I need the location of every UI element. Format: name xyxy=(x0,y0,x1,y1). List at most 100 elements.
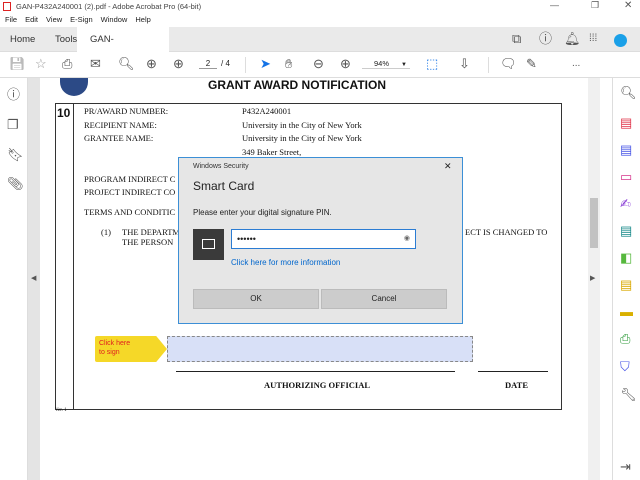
dialog-title: Smart Card xyxy=(193,179,255,193)
pin-value: •••••• xyxy=(237,234,256,244)
click-to-sign-tag[interactable]: Click here to sign xyxy=(95,336,167,362)
help-icon[interactable]: ⓘ xyxy=(539,32,552,46)
previous-page-icon[interactable]: ⊕ xyxy=(146,57,157,71)
email-icon[interactable]: ✉ xyxy=(90,57,101,71)
menu-view[interactable]: View xyxy=(46,15,62,24)
protect-shield-icon[interactable]: ⛉ xyxy=(620,360,630,374)
zoom-value: 94% xyxy=(374,59,390,68)
select-cursor-icon[interactable]: ➤ xyxy=(260,57,271,71)
send-for-review-icon[interactable]: ▤ xyxy=(620,224,632,238)
version-label: Ver. 1 xyxy=(55,408,67,413)
award-number-label: PR/AWARD NUMBER: xyxy=(84,106,169,116)
zoom-select[interactable]: 94% ▼ xyxy=(362,59,410,69)
smart-card-icon xyxy=(193,229,224,260)
scrollbar-thumb[interactable] xyxy=(590,198,598,248)
left-navigation-pane: ⓘ ❐ 🔖︎ 📎︎ xyxy=(0,78,28,480)
term-text: ECT IS CHANGED TO xyxy=(465,227,548,237)
reveal-password-icon[interactable]: ◉ xyxy=(404,230,410,248)
export-pdf-icon[interactable]: ▤ xyxy=(620,143,632,157)
collapse-tools-pane-icon[interactable]: ⇥ xyxy=(620,460,631,474)
highlight-pen-icon[interactable]: ✎ xyxy=(526,57,537,71)
tab-document[interactable]: GAN-P432A24000...✕ xyxy=(77,27,169,70)
ok-button[interactable]: OK xyxy=(193,289,319,309)
attachment-icon[interactable]: 📎︎ xyxy=(7,177,24,191)
term-text: THE DEPARTM xyxy=(122,227,180,237)
page-fit-icon[interactable]: ⬚ xyxy=(426,57,438,71)
share-icon[interactable]: ⧉ xyxy=(512,32,521,46)
toolbar: 💾︎ ☆ ⎙ ✉ 🔍︎ ⊕ ⊕ 2 / 4 ➤ ✋︎ ⊖ ⊕ 94% ▼ ⬚ ⇩ … xyxy=(0,52,640,78)
award-number-value: P432A240001 xyxy=(242,106,292,116)
recipient-name-label: RECIPIENT NAME: xyxy=(84,120,157,130)
minimize-button[interactable]: — xyxy=(550,0,559,10)
window-title: GAN-P432A240001 (2).pdf - Adobe Acrobat … xyxy=(16,2,202,11)
divider xyxy=(488,57,489,73)
menu-file[interactable]: File xyxy=(5,15,17,24)
zoom-search-icon[interactable]: 🔍︎ xyxy=(620,86,637,100)
menu-help[interactable]: Help xyxy=(135,15,150,24)
signature-field[interactable] xyxy=(167,336,473,362)
divider xyxy=(73,104,74,410)
dialog-close-button[interactable]: ✕ xyxy=(444,161,452,172)
organize-pages-icon[interactable]: ▭ xyxy=(620,170,632,184)
pages-icon[interactable]: ❐ xyxy=(7,118,19,132)
term-text: THE PERSON xyxy=(122,237,174,247)
date-line xyxy=(478,371,548,372)
scan-icon[interactable]: ⎙ xyxy=(620,332,630,346)
info-icon[interactable]: ⓘ xyxy=(7,88,20,102)
avatar[interactable] xyxy=(614,34,627,47)
apps-grid-icon[interactable]: ⁞⁞⁞ xyxy=(589,32,597,46)
page-number-input[interactable]: 2 xyxy=(199,59,217,69)
tab-bar: Home Tools GAN-P432A24000...✕ ⧉ ⓘ 🔔︎ ⁞⁞⁞ xyxy=(0,27,640,70)
collapse-left-pane-icon[interactable]: ◀ xyxy=(31,274,36,282)
maximize-button[interactable]: ❐ xyxy=(591,0,599,11)
grantee-address: 349 Baker Street, xyxy=(242,147,302,157)
zoom-in-icon[interactable]: ⊕ xyxy=(340,57,351,71)
grantee-name-value: University in the City of New York xyxy=(242,133,362,143)
divider xyxy=(245,57,246,73)
dialog-prompt: Please enter your digital signature PIN. xyxy=(193,208,332,217)
program-indirect-label: PROGRAM INDIRECT C xyxy=(84,174,176,184)
menu-bar: File Edit View E-Sign Window Help xyxy=(0,13,640,27)
tab-home[interactable]: Home xyxy=(10,27,35,52)
search-icon[interactable]: 🔍︎ xyxy=(118,57,135,71)
tools-pane: 🔍︎ ▤ ▤ ▭ ✍︎ ▤ ◧ ▤ ▬ ⎙ ⛉ 🔧︎ ⇥ xyxy=(612,78,640,480)
menu-window[interactable]: Window xyxy=(101,15,128,24)
signature-line xyxy=(176,371,455,372)
print-icon[interactable]: ⎙ xyxy=(62,57,72,71)
recipient-name-value: University in the City of New York xyxy=(242,120,362,130)
cancel-button[interactable]: Cancel xyxy=(321,289,447,309)
scroll-mode-icon[interactable]: ⇩ xyxy=(459,57,470,71)
smart-card-dialog: Windows Security ✕ Smart Card Please ent… xyxy=(178,157,463,324)
combine-files-icon[interactable]: ◧ xyxy=(620,251,632,265)
more-tools-wrench-icon[interactable]: 🔧︎ xyxy=(620,388,637,402)
hand-tool-icon[interactable]: ✋︎ xyxy=(285,57,292,71)
authorizing-official-label: AUTHORIZING OFFICIAL xyxy=(264,380,371,390)
close-button[interactable]: ✕ xyxy=(624,0,632,11)
section-number: 10 xyxy=(57,106,71,120)
more-information-link[interactable]: Click here for more information xyxy=(231,258,340,267)
next-page-icon[interactable]: ⊕ xyxy=(173,57,184,71)
menu-esign[interactable]: E-Sign xyxy=(70,15,93,24)
pin-input[interactable]: •••••• ◉ xyxy=(231,229,416,249)
bell-icon[interactable]: 🔔︎ xyxy=(564,32,581,46)
expand-right-pane-icon[interactable]: ▶ xyxy=(590,274,595,282)
zoom-out-icon[interactable]: ⊖ xyxy=(313,57,324,71)
terms-heading: TERMS AND CONDITIC xyxy=(84,207,176,217)
menu-edit[interactable]: Edit xyxy=(25,15,38,24)
title-bar: GAN-P432A240001 (2).pdf - Adobe Acrobat … xyxy=(0,0,640,13)
comment-icon[interactable]: 🗨︎ xyxy=(500,57,517,71)
save-icon[interactable]: 💾︎ xyxy=(9,57,26,71)
document-heading: GRANT AWARD NOTIFICATION xyxy=(208,78,386,92)
comment-tool-icon[interactable]: ▬ xyxy=(620,305,633,319)
date-label: DATE xyxy=(505,380,528,390)
create-pdf-icon[interactable]: ▤ xyxy=(620,116,632,130)
star-icon[interactable]: ☆ xyxy=(35,57,47,71)
bookmark-icon[interactable]: 🔖︎ xyxy=(7,148,24,162)
edit-pdf-icon[interactable]: ▤ xyxy=(620,278,632,292)
fill-sign-icon[interactable]: ✍︎ xyxy=(620,197,631,211)
term-number: (1) xyxy=(101,227,111,237)
vertical-scrollbar[interactable]: ▶ xyxy=(588,78,600,480)
more-tools-button[interactable]: ... xyxy=(572,57,580,71)
tab-tools[interactable]: Tools xyxy=(55,27,77,52)
department-seal-logo xyxy=(60,78,88,96)
